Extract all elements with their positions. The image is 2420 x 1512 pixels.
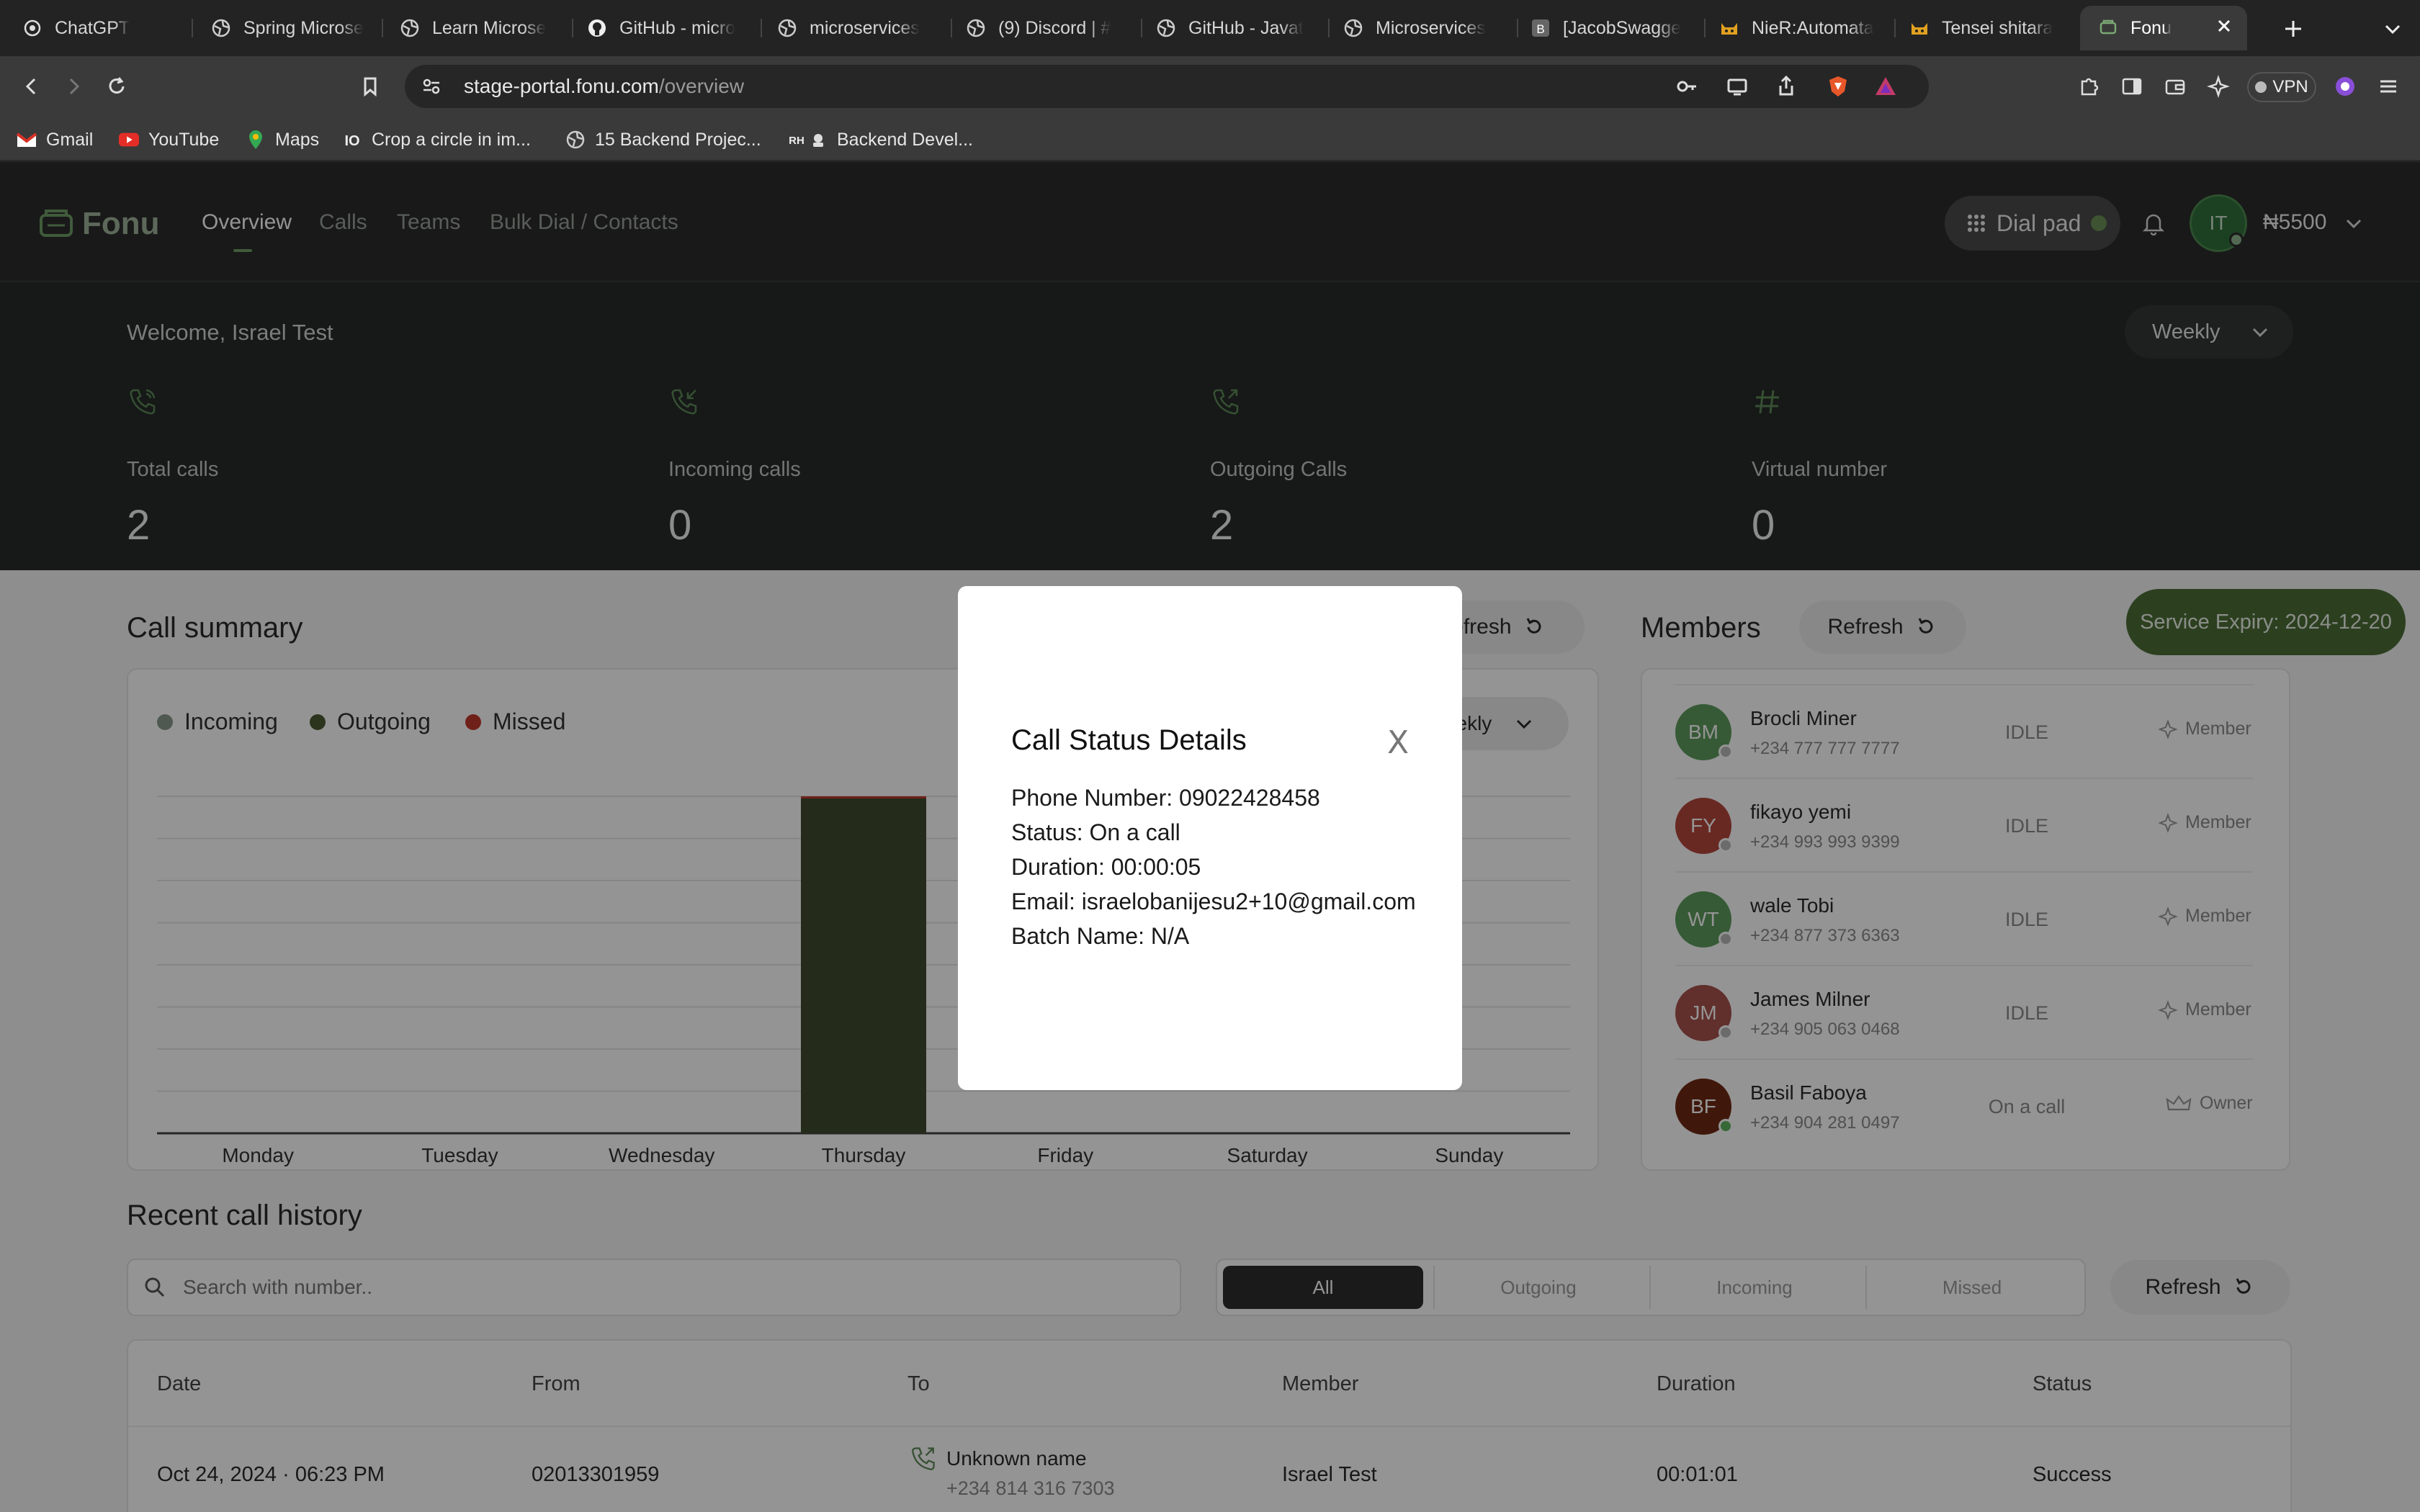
close-tab-icon[interactable] <box>2214 16 2234 36</box>
browser-tab[interactable]: microservices <box>776 7 935 49</box>
globe-icon <box>965 17 987 39</box>
bookmark-youtube[interactable]: YouTube <box>118 127 219 153</box>
bookmark-gmail[interactable]: Gmail <box>16 127 93 153</box>
youtube-icon <box>118 129 140 150</box>
svg-text:RH: RH <box>789 135 805 147</box>
globe-icon <box>1343 17 1364 39</box>
tab-divider <box>761 19 762 37</box>
tab-divider <box>1517 19 1518 37</box>
globe-icon <box>776 17 798 39</box>
cat-icon <box>1909 17 1930 39</box>
cast-icon[interactable] <box>1723 72 1752 101</box>
url-path: /overview <box>658 75 745 97</box>
maps-icon <box>245 129 266 150</box>
browser-tab-active[interactable]: Fonu <box>2080 6 2247 50</box>
browser-tab[interactable]: Microservices <box>1343 7 1498 49</box>
tab-title: [JacobSwagge <box>1563 17 1682 38</box>
tab-divider <box>1328 19 1330 37</box>
tab-title: Learn Microse <box>432 17 547 38</box>
new-tab-icon[interactable] <box>2279 14 2308 43</box>
bookmark-crop-circle[interactable]: IO Crop a circle in im... <box>341 127 531 153</box>
tab-title: Tensei shitara <box>1942 17 2053 38</box>
browser-tab[interactable]: ChatGPT <box>22 7 187 49</box>
modal-close-button[interactable]: X <box>1387 724 1409 761</box>
svg-text:B: B <box>1536 22 1544 36</box>
bookmark-label: Gmail <box>46 129 94 150</box>
tab-title: NieR:Automata <box>1752 17 1874 38</box>
fonu-icon <box>2097 17 2119 39</box>
reload-icon[interactable] <box>102 72 131 101</box>
tab-title: (9) Discord | # <box>998 17 1111 38</box>
bookmark-label: Maps <box>275 129 320 150</box>
github-icon <box>586 17 608 39</box>
browser-tab[interactable]: GitHub - micro <box>586 7 742 49</box>
bookmark-label: YouTube <box>148 129 220 150</box>
tab-divider <box>951 19 952 37</box>
globe-icon <box>565 129 586 150</box>
chatgpt-icon <box>22 17 43 39</box>
tab-divider <box>1704 19 1706 37</box>
tab-title: Microservices <box>1376 17 1486 38</box>
vpn-label: VPN <box>2272 77 2308 96</box>
brave-shield-icon[interactable] <box>1824 72 1852 101</box>
browser-tab[interactable]: Tensei shitara <box>1909 7 2064 49</box>
b-icon: B <box>1530 17 1551 39</box>
globe-icon <box>399 17 421 39</box>
wallet-icon[interactable] <box>2161 72 2190 101</box>
tab-title: Fonu <box>2130 17 2172 38</box>
browser-tab[interactable]: (9) Discord | # <box>965 7 1121 49</box>
svg-text:IO: IO <box>344 133 359 149</box>
sidebar-icon[interactable] <box>2118 72 2146 101</box>
globe-icon <box>210 17 232 39</box>
bookmark-label: 15 Backend Projec... <box>595 129 761 150</box>
tab-title: GitHub - Javat <box>1188 17 1304 38</box>
vpn-status-icon <box>2255 81 2267 93</box>
bookmark-icon[interactable] <box>356 72 385 101</box>
site-settings-icon[interactable] <box>421 76 442 97</box>
key-icon[interactable] <box>1672 72 1701 101</box>
gmail-icon <box>16 129 37 150</box>
cat-icon <box>1718 17 1740 39</box>
tab-divider <box>1894 19 1896 37</box>
brave-rewards-icon[interactable] <box>1871 72 1900 101</box>
modal-duration: Duration: 00:00:05 <box>1011 854 1201 880</box>
modal-email: Email: israelobanijesu2+10@gmail.com <box>1011 888 1416 914</box>
vpn-button[interactable]: VPN <box>2247 72 2316 102</box>
tab-divider <box>572 19 573 37</box>
browser-tab[interactable]: GitHub - Javat <box>1155 7 1311 49</box>
call-status-modal: Call Status Details X Phone Number: 0902… <box>958 586 1462 1090</box>
bookmark-label: Crop a circle in im... <box>372 129 531 150</box>
browser-tab[interactable]: B [JacobSwagge <box>1530 7 1685 49</box>
globe-icon <box>1155 17 1177 39</box>
modal-phone-number: Phone Number: 09022428458 <box>1011 785 1320 811</box>
tab-title: microservices <box>810 17 920 38</box>
tab-title: GitHub - micro <box>619 17 736 38</box>
bookmark-maps[interactable]: Maps <box>245 127 319 153</box>
chevron-down-icon[interactable] <box>2378 14 2407 43</box>
bookmark-backend-devel[interactable]: RH Backend Devel... <box>788 127 973 153</box>
modal-batch-name: Batch Name: N/A <box>1011 923 1190 949</box>
tab-title: ChatGPT <box>55 17 130 38</box>
share-icon[interactable] <box>1772 72 1801 101</box>
bookmark-backend-projects[interactable]: 15 Backend Projec... <box>565 127 761 153</box>
tab-divider <box>1141 19 1142 37</box>
tab-divider <box>382 19 383 37</box>
modal-title: Call Status Details <box>1011 724 1247 756</box>
back-icon[interactable] <box>17 72 46 101</box>
tab-divider <box>192 19 193 37</box>
url-host: stage-portal.fonu.com <box>464 75 659 97</box>
tab-title: Spring Microse <box>243 17 364 38</box>
browser-tab[interactable]: Learn Microse <box>399 7 553 49</box>
leo-ai-icon[interactable] <box>2204 72 2233 101</box>
io-icon: IO <box>341 129 363 150</box>
forward-icon[interactable] <box>59 72 88 101</box>
menu-icon[interactable] <box>2374 72 2403 101</box>
extensions-icon[interactable] <box>2074 72 2103 101</box>
profile-icon[interactable] <box>2331 72 2360 101</box>
browser-tab[interactable]: Spring Microse <box>210 7 366 49</box>
browser-tab[interactable]: NieR:Automata <box>1718 7 1874 49</box>
modal-status: Status: On a call <box>1011 819 1180 845</box>
rh-icon: RH <box>788 129 828 150</box>
bookmark-label: Backend Devel... <box>837 129 973 150</box>
